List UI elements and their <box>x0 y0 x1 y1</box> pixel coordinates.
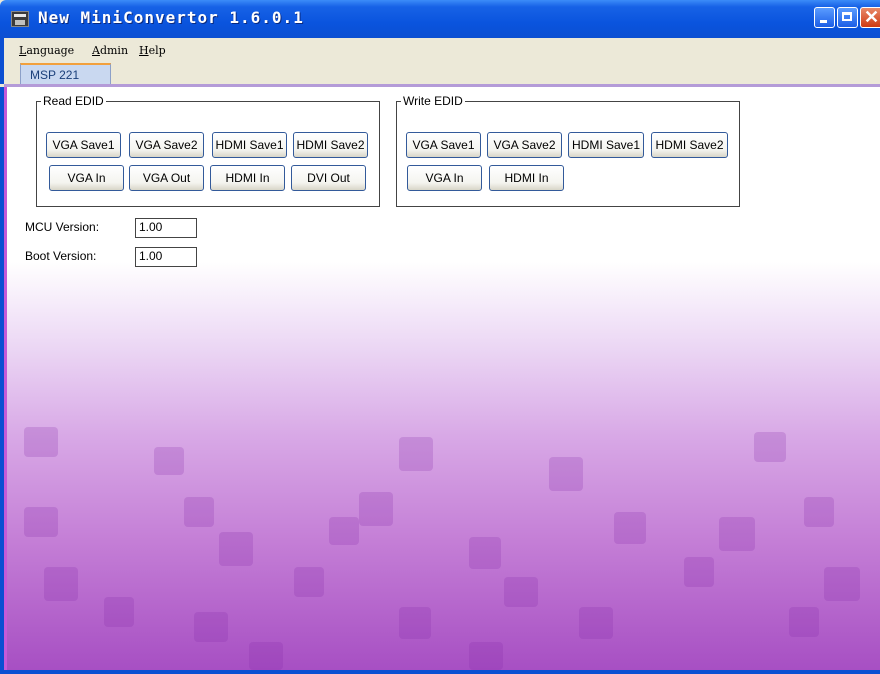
close-icon: ✕ <box>864 7 880 27</box>
write-hdmi-save1-button[interactable]: HDMI Save1 <box>568 132 644 158</box>
menu-admin[interactable]: Admin <box>92 44 128 57</box>
close-button[interactable]: ✕ <box>860 7 880 28</box>
read-edid-group: Read EDID VGA Save1 VGA Save2 HDMI Save1… <box>36 94 380 207</box>
window-title: New MiniConvertor 1.6.0.1 <box>38 8 304 27</box>
maximize-button[interactable] <box>837 7 858 28</box>
write-hdmi-save2-button[interactable]: HDMI Save2 <box>651 132 728 158</box>
tab-strip: MSP 221 <box>0 60 880 84</box>
tab-msp-221[interactable]: MSP 221 <box>20 63 111 84</box>
read-hdmi-save1-button[interactable]: HDMI Save1 <box>212 132 287 158</box>
write-vga-in-button[interactable]: VGA In <box>407 165 482 191</box>
write-vga-save1-button[interactable]: VGA Save1 <box>406 132 481 158</box>
boot-version-label: Boot Version: <box>25 249 97 263</box>
app-icon[interactable] <box>11 11 29 27</box>
mcu-version-field[interactable]: 1.00 <box>135 218 197 238</box>
app-window: New MiniConvertor 1.6.0.1 ✕ Language Adm… <box>0 0 880 674</box>
boot-version-field[interactable]: 1.00 <box>135 247 197 267</box>
read-hdmi-in-button[interactable]: HDMI In <box>210 165 285 191</box>
menu-help[interactable]: Help <box>139 44 166 57</box>
write-hdmi-in-button[interactable]: HDMI In <box>489 165 564 191</box>
mcu-version-label: MCU Version: <box>25 220 100 234</box>
read-hdmi-save2-button[interactable]: HDMI Save2 <box>293 132 368 158</box>
tab-content-panel: Read EDID VGA Save1 VGA Save2 HDMI Save1… <box>0 87 880 674</box>
title-bar[interactable]: New MiniConvertor 1.6.0.1 ✕ <box>0 0 880 38</box>
menu-bar: Language Admin Help <box>0 38 880 60</box>
menu-language[interactable]: Language <box>19 44 74 57</box>
minimize-button[interactable] <box>814 7 835 28</box>
read-vga-in-button[interactable]: VGA In <box>49 165 124 191</box>
read-vga-save1-button[interactable]: VGA Save1 <box>46 132 121 158</box>
write-edid-group: Write EDID VGA Save1 VGA Save2 HDMI Save… <box>396 94 740 207</box>
read-edid-label: Read EDID <box>41 94 106 108</box>
read-dvi-out-button[interactable]: DVI Out <box>291 165 366 191</box>
write-edid-label: Write EDID <box>401 94 465 108</box>
write-vga-save2-button[interactable]: VGA Save2 <box>487 132 562 158</box>
read-vga-out-button[interactable]: VGA Out <box>129 165 204 191</box>
read-vga-save2-button[interactable]: VGA Save2 <box>129 132 204 158</box>
